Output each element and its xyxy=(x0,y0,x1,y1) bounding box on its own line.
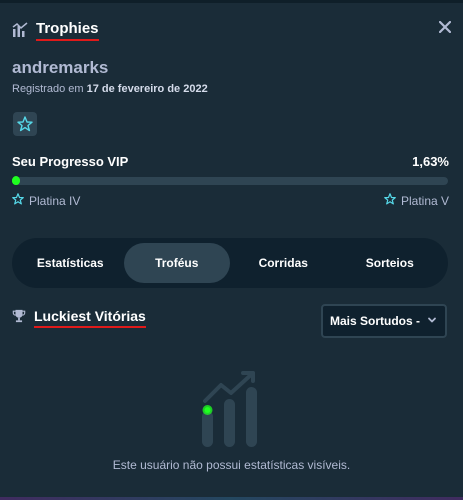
trophies-modal: Trophies andremarks Registrado em 17 de … xyxy=(0,0,463,500)
tab-sorteios[interactable]: Sorteios xyxy=(337,243,444,283)
trophy-icon xyxy=(12,309,26,328)
tab-estatisticas[interactable]: Estatísticas xyxy=(17,243,124,283)
section-title: Luckiest Vitórias xyxy=(34,308,146,328)
registered-prefix: Registrado em xyxy=(12,83,84,95)
close-icon[interactable] xyxy=(437,19,453,35)
modal-title: Trophies xyxy=(36,20,99,41)
next-tier-label: Platina V xyxy=(400,193,449,208)
star-badge-icon[interactable] xyxy=(13,112,37,136)
sort-select-value: Mais Sortudos - xyxy=(330,314,421,328)
registered-date: 17 de fevereiro de 2022 xyxy=(86,83,208,95)
bar-chart-empty-icon xyxy=(197,371,267,451)
star-outline-icon xyxy=(12,193,24,208)
vip-progress-bar xyxy=(12,176,448,185)
current-tier: Platina IV xyxy=(12,193,80,208)
sort-select[interactable]: Mais Sortudos - xyxy=(321,304,447,338)
registered-date-line: Registrado em 17 de fevereiro de 2022 xyxy=(12,83,208,95)
vip-progress-label: Seu Progresso VIP xyxy=(12,154,129,169)
section-header: Luckiest Vitórias xyxy=(12,308,146,328)
username: andremarks xyxy=(12,58,109,77)
tab-corridas[interactable]: Corridas xyxy=(230,243,337,283)
current-tier-label: Platina IV xyxy=(29,193,81,208)
vip-progress-percent: 1,63% xyxy=(412,154,449,169)
empty-state-message: Este usuário não possui estatísticas vis… xyxy=(112,458,351,472)
vip-progress-dot xyxy=(12,176,20,185)
chart-icon xyxy=(12,22,28,38)
profile-tabs: Estatísticas Troféus Corridas Sorteios xyxy=(12,238,448,288)
chevron-down-icon xyxy=(427,314,437,328)
star-outline-icon xyxy=(384,193,396,208)
modal-header: Trophies xyxy=(12,17,451,43)
next-tier: Platina V xyxy=(384,193,449,208)
tab-trofeus[interactable]: Troféus xyxy=(123,243,230,283)
